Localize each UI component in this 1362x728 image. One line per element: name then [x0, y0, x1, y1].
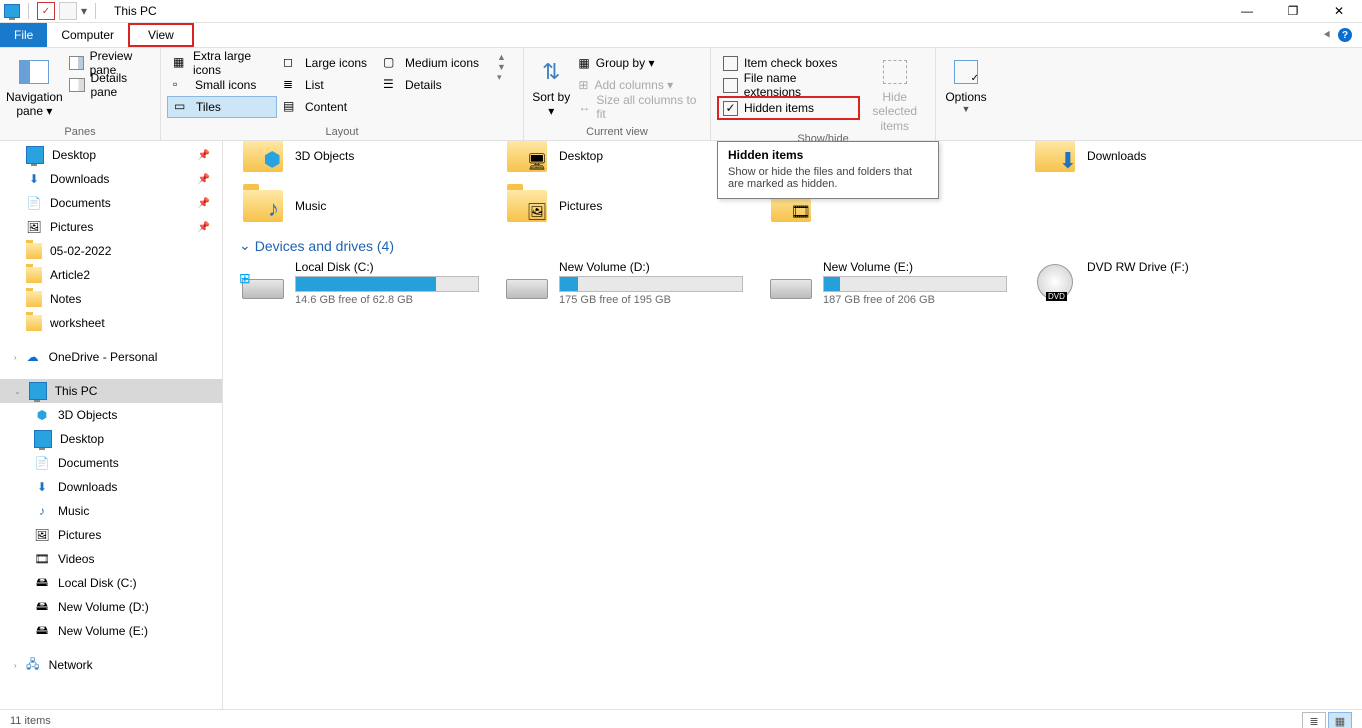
file-name-extensions-toggle[interactable]: File name extensions	[717, 74, 860, 96]
tree-onedrive[interactable]: ›☁OneDrive - Personal	[0, 345, 222, 369]
tree-this-pc[interactable]: ⌄This PC	[0, 379, 222, 403]
folder-3d-objects[interactable]: ⬢ 3D Objects	[231, 141, 495, 181]
pin-icon: 📌	[198, 174, 210, 185]
layout-tiles[interactable]: ▭Tiles	[167, 96, 277, 118]
layout-scroll-up[interactable]: ▲	[497, 52, 511, 62]
window-title: This PC	[104, 4, 157, 18]
folder-music[interactable]: ♪ Music	[231, 181, 495, 231]
pin-icon: 📌	[198, 222, 210, 233]
tree-desktop-2[interactable]: Desktop	[0, 427, 222, 451]
tree-documents[interactable]: 📄Documents📌	[0, 191, 222, 215]
ribbon: Navigation pane ▾ Preview pane Details p…	[0, 48, 1362, 141]
group-options: ✓ Options▼	[936, 48, 996, 140]
tree-folder-4[interactable]: worksheet	[0, 311, 222, 335]
options-button[interactable]: ✓ Options▼	[942, 52, 990, 115]
tab-computer[interactable]: Computer	[47, 23, 128, 47]
group-label-panes: Panes	[0, 126, 160, 140]
folder-downloads[interactable]: ⬇ Downloads	[1023, 141, 1287, 181]
close-button[interactable]: ✕	[1316, 0, 1362, 22]
qat-properties-icon[interactable]: ✓	[37, 2, 55, 20]
navigation-tree[interactable]: Desktop📌 ⬇Downloads📌 📄Documents📌 🖼Pictur…	[0, 141, 223, 709]
status-view-details[interactable]: ≣	[1302, 712, 1326, 728]
tree-downloads-2[interactable]: ⬇Downloads	[0, 475, 222, 499]
size-columns-button[interactable]: ↔Size all columns to fit	[572, 96, 704, 118]
tree-folder-3[interactable]: Notes	[0, 287, 222, 311]
group-current-view: ⇅ Sort by ▾ ▦Group by ▾ ⊞Add columns ▾ ↔…	[524, 48, 711, 140]
pin-icon: 📌	[198, 150, 210, 161]
navigation-pane-button[interactable]: Navigation pane ▾	[6, 52, 63, 119]
minimize-button[interactable]: —	[1224, 0, 1270, 22]
group-label-layout: Layout	[161, 126, 523, 140]
group-layout: ▦Extra large icons ▫Small icons ▭Tiles ◻…	[161, 48, 524, 140]
drive-f[interactable]: DVD DVD RW Drive (F:)	[1023, 260, 1287, 306]
tab-view[interactable]: View	[128, 23, 194, 47]
status-bar: 11 items ≣ ▦	[0, 709, 1362, 728]
tree-drive-d[interactable]: 🖴New Volume (D:)	[0, 595, 222, 619]
layout-content[interactable]: ▤Content	[277, 96, 377, 118]
group-show-hide: Item check boxes File name extensions ✓H…	[711, 48, 936, 140]
hidden-items-toggle[interactable]: ✓Hidden items	[717, 96, 860, 120]
ribbon-right-controls: ⯇ ?	[1308, 23, 1362, 47]
details-pane-button[interactable]: Details pane	[63, 74, 154, 96]
tree-drive-c[interactable]: 🖴Local Disk (C:)	[0, 571, 222, 595]
pin-icon: 📌	[198, 198, 210, 209]
group-panes: Navigation pane ▾ Preview pane Details p…	[0, 48, 161, 140]
tree-videos[interactable]: 🎞Videos	[0, 547, 222, 571]
qat-newfolder-icon[interactable]	[59, 2, 77, 20]
layout-large[interactable]: ◻Large icons	[277, 52, 377, 74]
tree-network[interactable]: ›🖧Network	[0, 653, 222, 677]
ribbon-tabs: File Computer View ⯇ ?	[0, 23, 1362, 48]
tree-desktop[interactable]: Desktop📌	[0, 143, 222, 167]
tab-file[interactable]: File	[0, 23, 47, 47]
tree-documents-2[interactable]: 📄Documents	[0, 451, 222, 475]
title-bar: ✓ ▾ This PC — ❐ ✕	[0, 0, 1362, 23]
drive-e[interactable]: New Volume (E:) 187 GB free of 206 GB	[759, 260, 1023, 306]
maximize-button[interactable]: ❐	[1270, 0, 1316, 22]
tooltip-title: Hidden items	[728, 148, 928, 162]
tree-folder-1[interactable]: 05-02-2022	[0, 239, 222, 263]
layout-details[interactable]: ☰Details	[377, 74, 497, 96]
tree-music[interactable]: ♪Music	[0, 499, 222, 523]
content-area: Desktop📌 ⬇Downloads📌 📄Documents📌 🖼Pictur…	[0, 141, 1362, 709]
status-item-count: 11 items	[10, 715, 51, 727]
chevron-down-icon: ⌄	[239, 237, 251, 254]
hide-selected-button[interactable]: Hide selected items	[860, 52, 929, 133]
drive-c[interactable]: Local Disk (C:) 14.6 GB free of 62.8 GB	[231, 260, 495, 306]
tooltip-hidden-items: Hidden items Show or hide the files and …	[717, 141, 939, 199]
tree-folder-2[interactable]: Article2	[0, 263, 222, 287]
layout-scroll-more[interactable]: ▾	[497, 72, 511, 83]
section-devices-drives[interactable]: ⌄ Devices and drives (4)	[231, 231, 1354, 260]
tree-pictures[interactable]: 🖼Pictures📌	[0, 215, 222, 239]
tree-pictures-2[interactable]: 🖼Pictures	[0, 523, 222, 547]
layout-extra-large[interactable]: ▦Extra large icons	[167, 52, 277, 74]
help-icon[interactable]: ?	[1338, 28, 1352, 42]
status-view-tiles[interactable]: ▦	[1328, 712, 1352, 728]
layout-small[interactable]: ▫Small icons	[167, 74, 277, 96]
sort-by-button[interactable]: ⇅ Sort by ▾	[530, 52, 572, 119]
layout-medium[interactable]: ▢Medium icons	[377, 52, 497, 74]
tree-drive-e[interactable]: 🖴New Volume (E:)	[0, 619, 222, 643]
tooltip-body: Show or hide the files and folders that …	[728, 166, 928, 190]
layout-list[interactable]: ≣List	[277, 74, 377, 96]
minimize-ribbon-icon[interactable]: ⯇	[1322, 28, 1332, 43]
tree-3d-objects[interactable]: ⬢3D Objects	[0, 403, 222, 427]
layout-scroll-down[interactable]: ▼	[497, 62, 511, 72]
app-icon	[4, 3, 20, 19]
group-label-currentview: Current view	[524, 126, 710, 140]
main-pane[interactable]: ⬢ 3D Objects 🖥 Desktop ⬇ Downloads ♪ Mus…	[223, 141, 1362, 709]
drive-d[interactable]: New Volume (D:) 175 GB free of 195 GB	[495, 260, 759, 306]
group-by-button[interactable]: ▦Group by ▾	[572, 52, 704, 74]
tree-downloads[interactable]: ⬇Downloads📌	[0, 167, 222, 191]
